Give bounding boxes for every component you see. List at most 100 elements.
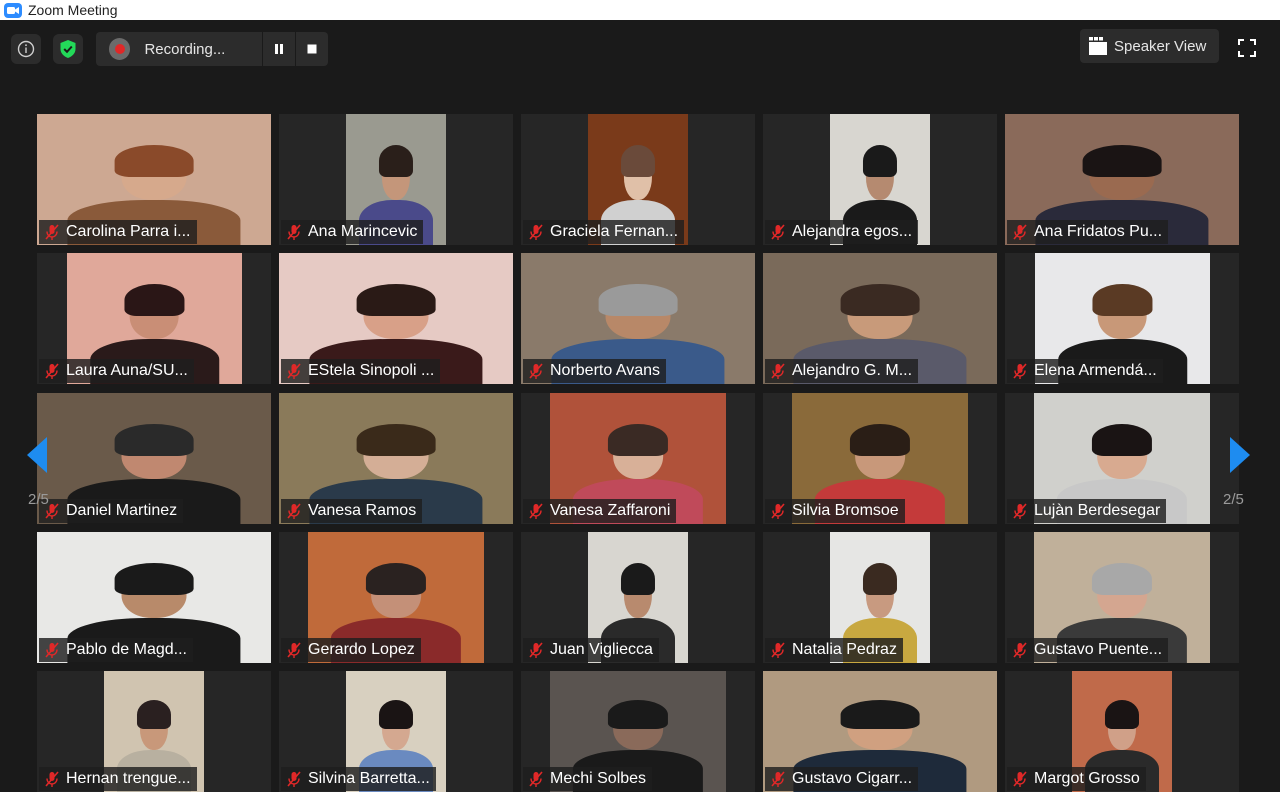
fullscreen-button[interactable] [1232, 33, 1262, 63]
next-page-arrow-icon[interactable] [1228, 436, 1252, 474]
participant-tile[interactable]: Pablo de Magd... [37, 532, 271, 663]
muted-mic-icon [45, 642, 59, 658]
participant-name: Ana Fridatos Pu... [1034, 223, 1163, 240]
participant-tile[interactable]: Vanesa Ramos [279, 393, 513, 524]
participant-name: Vanesa Zaffaroni [550, 502, 671, 519]
fullscreen-icon [1238, 39, 1256, 57]
meeting-stage: Recording... Speaker View Carolina Parra… [0, 20, 1280, 792]
participant-name: Juan Viglieccа [550, 641, 653, 658]
muted-mic-icon [771, 363, 785, 379]
participant-name-tag: Gustavo Puente... [1007, 638, 1169, 662]
recording-indicator-icon [109, 38, 131, 60]
participant-name-tag: Vanesa Zaffaroni [523, 499, 677, 523]
participant-tile[interactable]: Silvia Bromsoe [763, 393, 997, 524]
participant-name: Hernan trengue... [66, 770, 191, 787]
participant-name: Lujàn Berdesegar [1034, 502, 1161, 519]
participant-tile[interactable]: Elena Armendá... [1005, 253, 1239, 384]
participant-name-tag: Ana Fridatos Pu... [1007, 220, 1169, 244]
participant-tile[interactable]: Vanesa Zaffaroni [521, 393, 755, 524]
participant-tile[interactable]: Ana Fridatos Pu... [1005, 114, 1239, 245]
muted-mic-icon [287, 503, 301, 519]
muted-mic-icon [45, 771, 59, 787]
participant-name: Graciela Fernan... [550, 223, 679, 240]
speaker-view-icon [1089, 37, 1107, 55]
participant-tile[interactable]: EStela Sinopoli ... [279, 253, 513, 384]
stop-recording-button[interactable] [294, 32, 328, 66]
shield-check-icon [60, 40, 76, 58]
participant-tile[interactable]: Laura Auna/SU... [37, 253, 271, 384]
encryption-shield-button[interactable] [53, 34, 83, 64]
participant-name: Alejandro G. M... [792, 362, 913, 379]
muted-mic-icon [45, 224, 59, 240]
participant-tile[interactable]: Silvina Barretta... [279, 671, 513, 792]
participant-tile[interactable]: Daniel Martinez [37, 393, 271, 524]
muted-mic-icon [529, 771, 543, 787]
page-indicator-right: 2/5 [1223, 491, 1244, 508]
participant-name: Natalia Pedraz [792, 641, 897, 658]
muted-mic-icon [45, 363, 59, 379]
muted-mic-icon [1013, 642, 1027, 658]
participant-name-tag: Daniel Martinez [39, 499, 184, 523]
muted-mic-icon [771, 771, 785, 787]
participant-tile[interactable]: Natalia Pedraz [763, 532, 997, 663]
participant-name: Alejandra egos... [792, 223, 913, 240]
participant-name: Gustavo Puente... [1034, 641, 1163, 658]
participant-tile[interactable]: Norberto Avans [521, 253, 755, 384]
info-icon [17, 40, 35, 58]
participant-name-tag: Laura Auna/SU... [39, 359, 194, 383]
muted-mic-icon [529, 503, 543, 519]
participant-tile[interactable]: Lujàn Berdesegar [1005, 393, 1239, 524]
stop-icon [307, 44, 317, 54]
participant-name-tag: Graciela Fernan... [523, 220, 685, 244]
pause-icon [274, 44, 283, 54]
participant-name: Daniel Martinez [66, 502, 178, 519]
previous-page-arrow-icon[interactable] [25, 436, 49, 474]
participant-tile[interactable]: Graciela Fernan... [521, 114, 755, 245]
participant-tile[interactable]: Gustavo Cigarr... [763, 671, 997, 792]
participant-name: Vanesa Ramos [308, 502, 417, 519]
participant-tile[interactable]: Juan Viglieccа [521, 532, 755, 663]
participant-name-tag: Ana Marincevic [281, 220, 424, 244]
speaker-view-button[interactable]: Speaker View [1080, 29, 1219, 63]
participant-tile[interactable]: Gustavo Puente... [1005, 532, 1239, 663]
participant-name-tag: Alejandro G. M... [765, 359, 919, 383]
participant-name-tag: Gerardo Lopez [281, 638, 421, 662]
participant-name: Margot Grosso [1034, 770, 1140, 787]
participant-tile[interactable]: Alejandra egos... [763, 114, 997, 245]
pause-recording-button[interactable] [261, 32, 295, 66]
participant-name-tag: EStela Sinopoli ... [281, 359, 441, 383]
participant-name-tag: Gustavo Cigarr... [765, 767, 919, 791]
participant-tile[interactable]: Hernan trengue... [37, 671, 271, 792]
participant-tile[interactable]: Alejandro G. M... [763, 253, 997, 384]
muted-mic-icon [1013, 224, 1027, 240]
participant-name-tag: Margot Grosso [1007, 767, 1146, 791]
muted-mic-icon [287, 363, 301, 379]
participant-name-tag: Hernan trengue... [39, 767, 197, 791]
participant-name-tag: Lujàn Berdesegar [1007, 499, 1167, 523]
muted-mic-icon [287, 642, 301, 658]
muted-mic-icon [1013, 503, 1027, 519]
muted-mic-icon [287, 771, 301, 787]
recording-bar: Recording... [96, 32, 328, 66]
participant-tile[interactable]: Margot Grosso [1005, 671, 1239, 792]
meeting-info-button[interactable] [11, 34, 41, 64]
participant-name: Gustavo Cigarr... [792, 770, 913, 787]
speaker-view-label: Speaker View [1114, 37, 1207, 55]
participant-name-tag: Vanesa Ramos [281, 499, 423, 523]
participant-name: Laura Auna/SU... [66, 362, 188, 379]
window-titlebar: Zoom Meeting [0, 0, 1280, 20]
participant-name: Carolina Parra i... [66, 223, 191, 240]
muted-mic-icon [1013, 363, 1027, 379]
muted-mic-icon [529, 642, 543, 658]
participant-name-tag: Carolina Parra i... [39, 220, 197, 244]
participant-name: Pablo de Magd... [66, 641, 187, 658]
muted-mic-icon [771, 503, 785, 519]
participant-name-tag: Norberto Avans [523, 359, 666, 383]
participant-tile[interactable]: Gerardo Lopez [279, 532, 513, 663]
participant-name: Gerardo Lopez [308, 641, 415, 658]
participant-tile[interactable]: Carolina Parra i... [37, 114, 271, 245]
participant-tile[interactable]: Mechi Solbes [521, 671, 755, 792]
participant-name-tag: Natalia Pedraz [765, 638, 903, 662]
participant-name: Mechi Solbes [550, 770, 647, 787]
participant-tile[interactable]: Ana Marincevic [279, 114, 513, 245]
